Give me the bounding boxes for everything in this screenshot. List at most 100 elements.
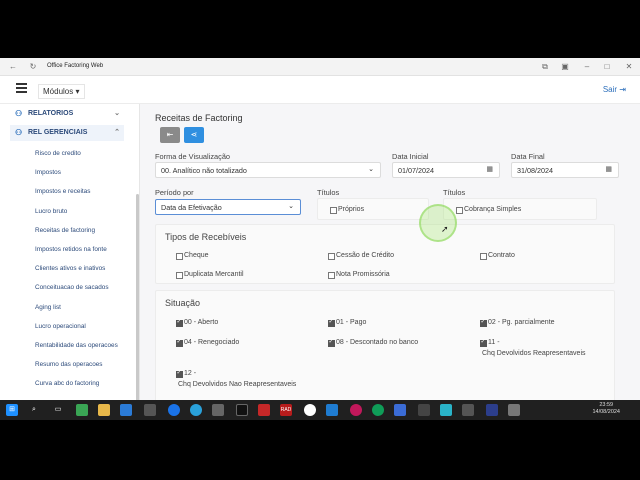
- nota-promissoria-checkbox[interactable]: Nota Promissória: [328, 271, 390, 279]
- sidebar-item[interactable]: Impostos e receitas: [35, 188, 90, 195]
- duplicata-checkbox[interactable]: Duplicata Mercantil: [176, 271, 244, 279]
- share-icon: ⋖: [190, 130, 198, 139]
- cheque-checkbox[interactable]: Cheque: [176, 252, 209, 260]
- chq-nao-reapresentaveis-checkbox[interactable]: 12 -: [176, 369, 196, 378]
- windows-taskbar: ⊞ ⌕ ▭ RAD 23:59 14/08/2024: [0, 400, 640, 420]
- app-icon[interactable]: [212, 404, 224, 416]
- titulos-label: Títulos: [443, 188, 466, 197]
- close-icon[interactable]: ✕: [624, 62, 634, 72]
- sidebar-item[interactable]: Lucro operacional: [35, 323, 86, 330]
- terminal-icon[interactable]: [236, 404, 248, 416]
- sidebar-item[interactable]: Aging list: [35, 304, 61, 311]
- periodo-select[interactable]: Data da Efetivação ⌄: [155, 199, 301, 215]
- chevron-down-icon: ⌄: [114, 110, 120, 117]
- back-icon[interactable]: ←: [8, 62, 18, 72]
- browser-titlebar: ← ↻ Office Factoring Web ⧉ ▣ – □ ✕: [0, 58, 640, 76]
- extensions-icon[interactable]: ▣: [560, 62, 570, 72]
- sidebar-item[interactable]: Clientes ativos e inativos: [35, 265, 105, 272]
- sidebar-section-gerenciais[interactable]: ⚇ REL GERENCIAIS ⌃: [10, 125, 124, 141]
- situacao-title: Situação: [165, 298, 201, 308]
- app-icon[interactable]: [76, 404, 88, 416]
- logout-icon: ⇥: [619, 85, 626, 94]
- app-icon[interactable]: [120, 404, 132, 416]
- app-icon[interactable]: [486, 404, 498, 416]
- system-clock[interactable]: 23:59 14/08/2024: [592, 402, 620, 416]
- renegociado-checkbox[interactable]: 04 - Renegociado: [176, 338, 239, 347]
- sidebar-scrollbar[interactable]: [136, 194, 139, 420]
- install-app-icon[interactable]: ⧉: [540, 62, 550, 72]
- edge-icon[interactable]: [372, 404, 384, 416]
- sair-label: Sair: [602, 85, 618, 94]
- tipos-recebiveis-box: Tipos de Recebíveis Cheque Cessão de Cré…: [155, 224, 615, 284]
- vscode-icon[interactable]: [326, 404, 338, 416]
- sidebar-item[interactable]: Receitas de factoring: [35, 227, 95, 234]
- file-explorer-icon[interactable]: [98, 404, 110, 416]
- pg-parcialmente-checkbox[interactable]: 02 - Pg. parcialmente: [480, 318, 555, 327]
- users-icon: ⚇: [15, 109, 23, 118]
- window-title: Office Factoring Web: [47, 63, 104, 69]
- app-icon[interactable]: [462, 404, 474, 416]
- tipos-title: Tipos de Recebíveis: [165, 232, 247, 242]
- task-view-icon[interactable]: ▭: [52, 404, 64, 416]
- app-icon[interactable]: [440, 404, 452, 416]
- back-button[interactable]: ⇤: [160, 127, 180, 143]
- sidebar-item[interactable]: Risco de credito: [35, 150, 81, 157]
- calendar-icon[interactable]: ▦: [605, 165, 612, 173]
- app-icon[interactable]: [508, 404, 520, 416]
- clock-time: 23:59: [599, 402, 614, 408]
- sidebar: ⚇ RELATORIOS ⌄ ⚇ REL GERENCIAIS ⌃ Risco de…: [0, 104, 140, 420]
- sidebar-item[interactable]: Curva abc do factoring: [35, 380, 99, 387]
- app-icon[interactable]: [168, 404, 180, 416]
- periodo-label: Período por: [155, 188, 194, 197]
- maximize-icon[interactable]: □: [602, 62, 612, 72]
- forma-select[interactable]: 00. Analítico não totalizado ⌄: [155, 162, 381, 178]
- app-icon[interactable]: [350, 404, 362, 416]
- pago-checkbox[interactable]: 01 - Pago: [328, 318, 366, 327]
- sidebar-item[interactable]: Lucro bruto: [35, 208, 67, 215]
- sidebar-section-relatorios[interactable]: ⚇ RELATORIOS ⌄: [10, 106, 124, 122]
- section-label: RELATORIOS: [28, 110, 74, 117]
- chrome-icon[interactable]: [304, 404, 316, 416]
- app-icon[interactable]: [144, 404, 156, 416]
- search-icon[interactable]: ⌕: [28, 404, 40, 416]
- sidebar-item[interactable]: Impostos: [35, 169, 61, 176]
- sidebar-item[interactable]: Resumo das operacoes: [35, 361, 103, 368]
- calendar-icon[interactable]: ▦: [486, 165, 493, 173]
- menu-icon[interactable]: [16, 83, 27, 93]
- chq-reapresentaveis-checkbox[interactable]: 11 -: [480, 338, 500, 347]
- data-inicial-label: Data Inicial: [392, 152, 429, 161]
- minimize-icon[interactable]: –: [582, 62, 592, 72]
- users-icon: ⚇: [15, 128, 23, 137]
- sidebar-item[interactable]: Conceituacao de sacados: [35, 284, 109, 291]
- chevron-down-icon: ⌄: [288, 203, 294, 210]
- windows-start-icon[interactable]: ⊞: [6, 404, 18, 416]
- sidebar-item[interactable]: Rentabilidade das operacoes: [35, 342, 118, 349]
- modulos-label: Módulos: [43, 87, 74, 96]
- chevron-up-icon: ⌃: [114, 129, 120, 136]
- telegram-icon[interactable]: [190, 404, 202, 416]
- main-content: Receitas de Factoring ⇤ ⋖ Forma de Visua…: [140, 104, 640, 420]
- cessao-checkbox[interactable]: Cessão de Crédito: [328, 252, 394, 260]
- sair-button[interactable]: Sair ⇥: [603, 85, 626, 94]
- sidebar-item[interactable]: Impostos retidos na fonte: [35, 246, 107, 253]
- modulos-dropdown[interactable]: Módulos ▾: [38, 84, 85, 99]
- data-final-input[interactable]: 31/08/2024 ▦: [511, 162, 619, 178]
- section-label: REL GERENCIAIS: [28, 129, 88, 136]
- chq-reapresentaveis-label: Chq Devolvidos Reapresentaveis: [482, 350, 586, 357]
- proprios-checkbox[interactable]: Próprios: [330, 206, 364, 214]
- cobranca-simples-checkbox[interactable]: Cobrança Simples: [456, 206, 521, 214]
- app-icon[interactable]: [394, 404, 406, 416]
- aberto-checkbox[interactable]: 00 - Aberto: [176, 318, 218, 327]
- reload-icon[interactable]: ↻: [28, 62, 38, 72]
- data-inicial-input[interactable]: 01/07/2024 ▦: [392, 162, 500, 178]
- app-icon[interactable]: [258, 404, 270, 416]
- page-title: Receitas de Factoring: [155, 113, 243, 123]
- chevron-down-icon: ⌄: [368, 166, 374, 173]
- descontado-checkbox[interactable]: 08 - Descontado no banco: [328, 338, 418, 347]
- app-header: Módulos ▾ Sair ⇥: [0, 76, 640, 104]
- share-button[interactable]: ⋖: [184, 127, 204, 143]
- cursor-highlight: [419, 204, 457, 242]
- app-icon[interactable]: [418, 404, 430, 416]
- contrato-checkbox[interactable]: Contrato: [480, 252, 515, 260]
- rad-icon[interactable]: RAD: [280, 404, 292, 416]
